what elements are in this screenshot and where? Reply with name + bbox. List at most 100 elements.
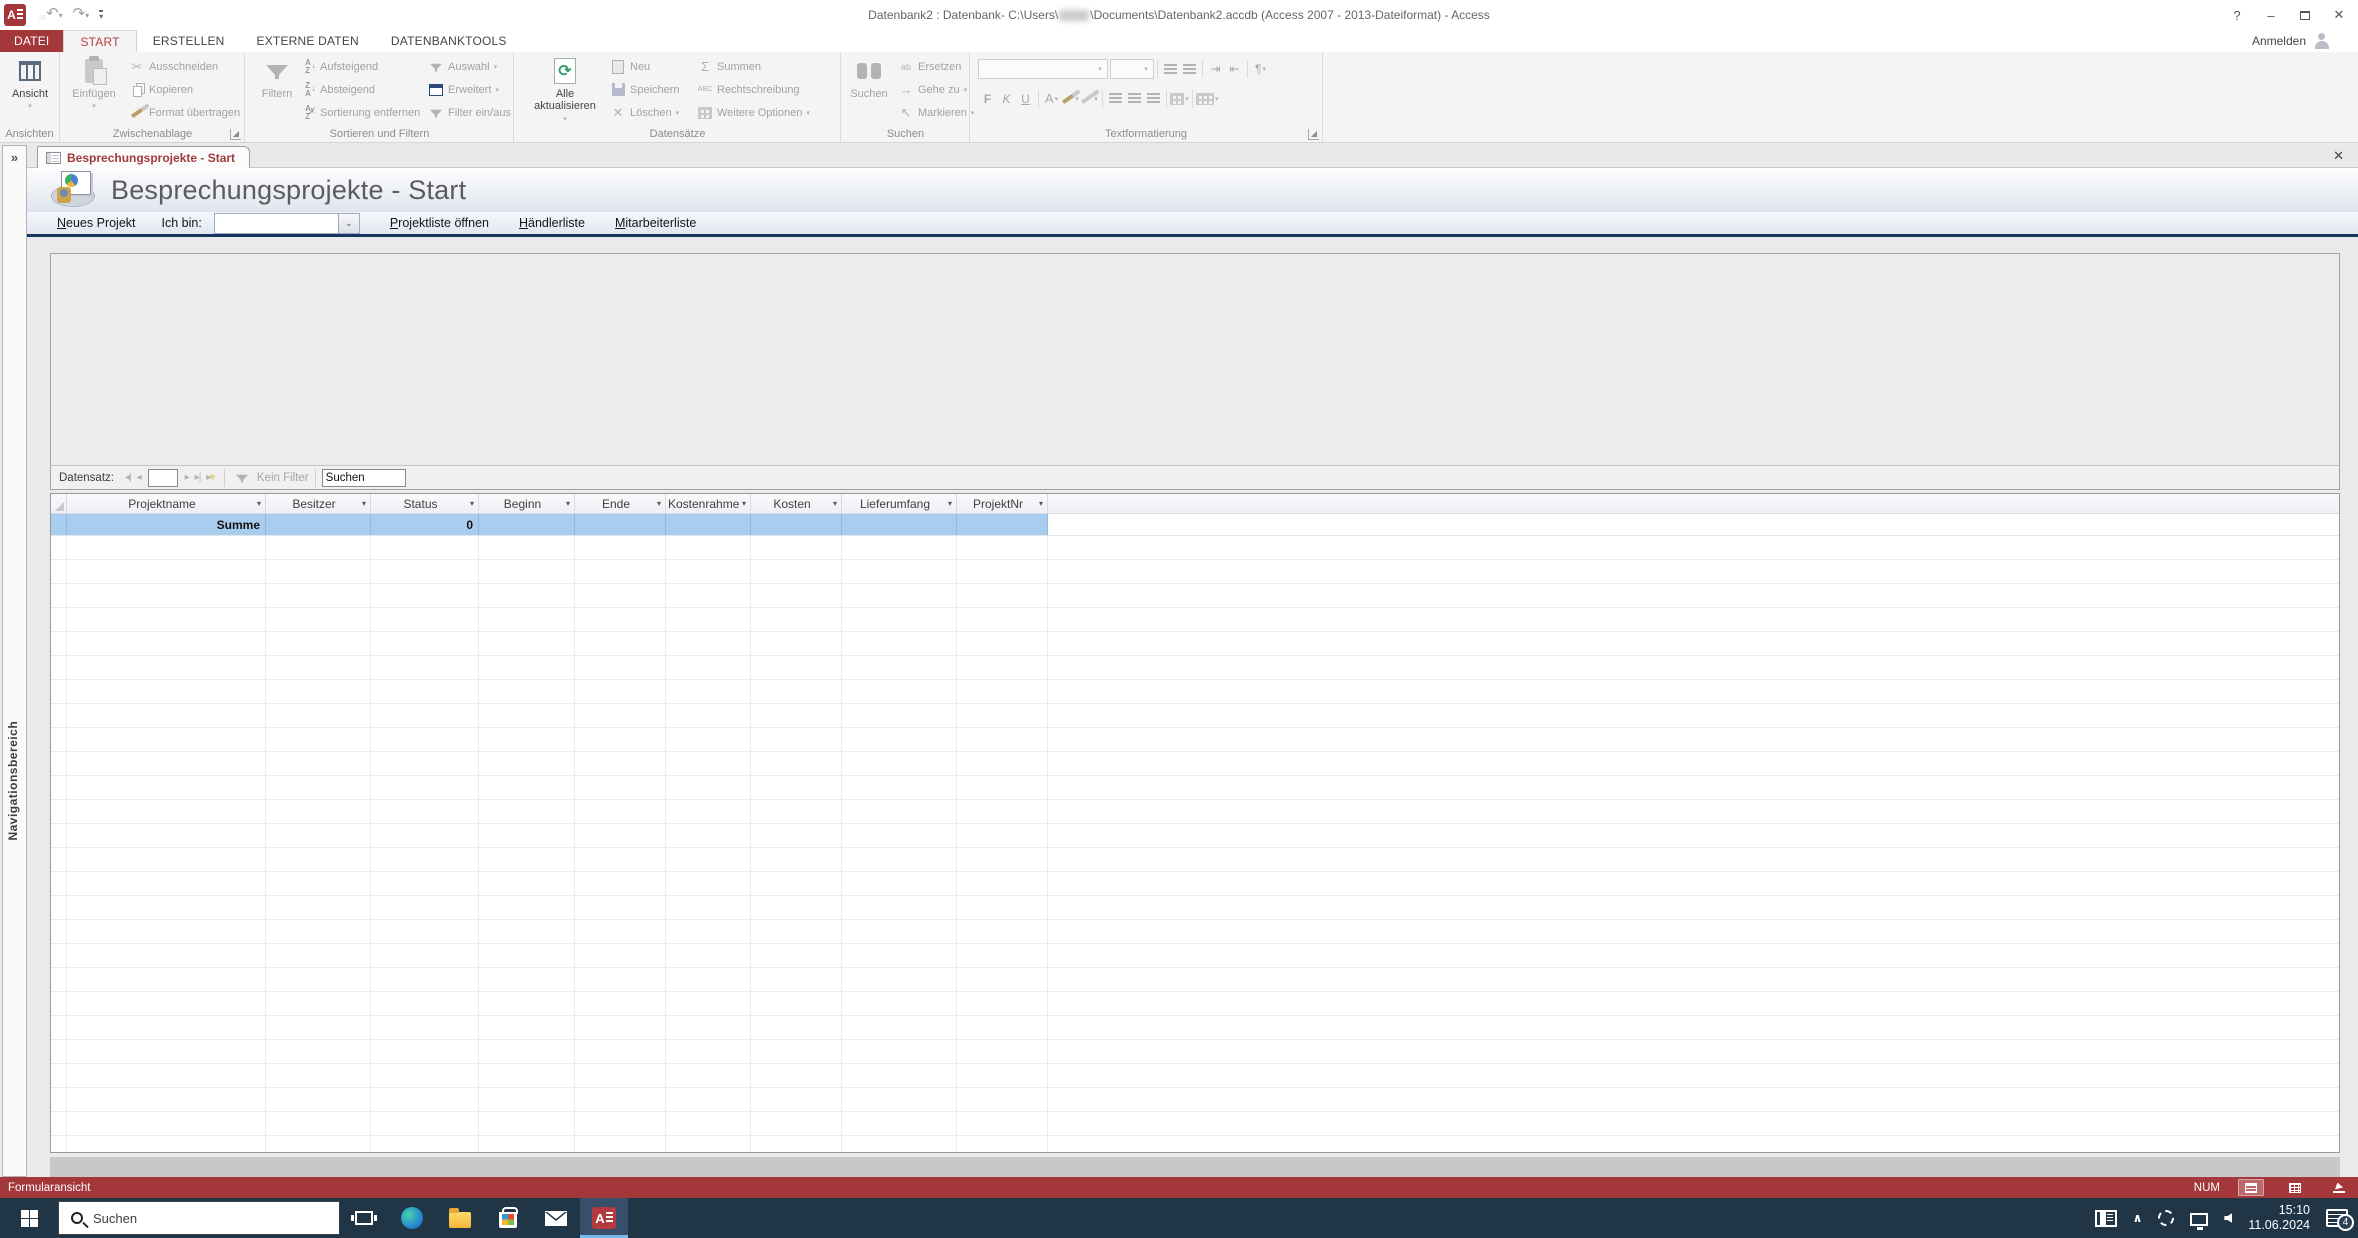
volume-icon[interactable] [2224,1213,2233,1223]
empty-row[interactable] [51,944,2339,968]
ersetzen-button[interactable]: ab Ersetzen [898,57,974,76]
haendlerliste-link[interactable]: Händlerliste [519,216,585,230]
empty-row[interactable] [51,896,2339,920]
column-header-Lieferumfang[interactable]: Lieferumfang ▾ [842,494,957,513]
close-button[interactable]: ✕ [2322,0,2356,30]
column-header-Status[interactable]: Status ▾ [371,494,479,513]
font-size-combo[interactable]: ▾ [1110,59,1154,79]
new-record-button[interactable]: ▸✳ [206,472,216,483]
filter-dropdown-icon[interactable]: ▾ [831,499,839,508]
expand-navpane-icon[interactable]: » [3,150,26,165]
empty-row[interactable] [51,608,2339,632]
align-center-button[interactable] [1125,89,1144,108]
bullets-button[interactable] [1161,60,1180,79]
auswahl-button[interactable]: Auswahl ▾ [428,57,511,76]
minimize-button[interactable]: – [2254,0,2288,30]
neues-projekt-link[interactable]: Neues Projekt [57,216,136,230]
aufsteigend-button[interactable]: A Z ↓ Aufsteigend [300,57,420,76]
network-icon[interactable] [2190,1213,2209,1230]
format-uebertragen-button[interactable]: Format übertragen [129,103,240,122]
filter-ein-aus-button[interactable]: Filter ein/aus [428,103,511,122]
tab-start[interactable]: START [63,30,137,52]
action-center-icon[interactable]: 4 [2326,1209,2354,1231]
current-record-box[interactable] [147,468,178,487]
empty-row[interactable] [51,536,2339,560]
mail-taskbar-button[interactable] [532,1198,580,1238]
first-record-button[interactable]: ◂| [125,472,132,483]
absteigend-button[interactable]: Z A ↓ Absteigend [300,80,420,99]
record-search-input[interactable] [321,468,406,487]
empty-row[interactable] [51,968,2339,992]
layout-view-button[interactable] [2326,1179,2352,1196]
horizontal-scrollbar[interactable] [50,1157,2340,1177]
file-explorer-taskbar-button[interactable] [436,1198,484,1238]
empty-row[interactable] [51,632,2339,656]
filter-dropdown-icon[interactable]: ▾ [468,499,476,508]
signin-link[interactable]: Anmelden [2252,34,2306,48]
task-view-button[interactable] [340,1198,388,1238]
filter-dropdown-icon[interactable]: ▾ [255,499,263,508]
underline-button[interactable]: U [1016,89,1035,108]
tab-erstellen[interactable]: ERSTELLEN [137,30,241,52]
empty-row[interactable] [51,1040,2339,1064]
last-record-button[interactable]: ▸| [195,472,202,483]
help-button[interactable]: ? [2220,0,2254,30]
filtern-button[interactable]: Filtern [248,56,306,100]
column-header-Ende[interactable]: Ende ▾ [575,494,666,513]
empty-row[interactable] [51,848,2339,872]
empty-row[interactable] [51,1064,2339,1088]
column-header-Kosten[interactable]: Kosten ▾ [751,494,842,513]
fill-color-button[interactable]: ▾ [1080,89,1099,108]
edge-taskbar-button[interactable] [388,1198,436,1238]
gehe-zu-button[interactable]: → Gehe zu ▾ [898,80,974,99]
empty-row[interactable] [51,752,2339,776]
italic-button[interactable]: K [997,89,1016,108]
empty-row[interactable] [51,560,2339,584]
hidden-icons-chevron[interactable]: ∧ [2133,1211,2143,1225]
ausschneiden-button[interactable]: ✂ Ausschneiden [129,57,240,76]
textformatierung-dialog-launcher-icon[interactable]: ◢ [1308,129,1319,140]
erweitert-button[interactable]: Erweitert ▾ [428,80,511,99]
column-header-Kostenrahmen[interactable]: Kostenrahmen ▾ [666,494,751,513]
empty-row[interactable] [51,728,2339,752]
bold-button[interactable]: F [978,89,997,108]
empty-row[interactable] [51,1088,2339,1112]
summen-button[interactable]: Σ Summen [697,57,810,76]
taskbar-search[interactable]: Suchen [58,1201,340,1235]
column-header-Projektname[interactable]: Projektname ▾ [67,494,266,513]
empty-row[interactable] [51,584,2339,608]
column-header-Besitzer[interactable]: Besitzer ▾ [266,494,371,513]
font-family-combo[interactable]: ▾ [978,59,1108,79]
no-filter-button[interactable]: Kein Filter [231,472,309,484]
alle-aktualisieren-button[interactable]: ⟳ Alle aktualisieren ▾ [533,56,597,126]
speichern-button[interactable]: Speichern [610,80,680,99]
alternate-row-color-button[interactable]: ▾ [1196,89,1219,108]
filter-dropdown-icon[interactable]: ▾ [564,499,572,508]
sortierung-entfernen-button[interactable]: A Z ✗ Sortierung entfernen [300,103,420,122]
clock[interactable]: 15:10 11.06.2024 [2248,1203,2310,1233]
previous-record-button[interactable]: ◂ [137,472,142,483]
empty-row[interactable] [51,800,2339,824]
decrease-indent-button[interactable]: ⇤ [1225,60,1244,79]
empty-row[interactable] [51,776,2339,800]
filter-dropdown-icon[interactable]: ▾ [360,499,368,508]
select-all-corner[interactable] [51,494,67,513]
user-avatar-icon[interactable] [2314,33,2330,49]
empty-row[interactable] [51,920,2339,944]
ich-bin-combo[interactable]: ⌄ [213,212,360,234]
chevron-down-icon[interactable]: ⌄ [337,213,359,233]
news-widget-icon[interactable] [2094,1209,2117,1227]
numbering-button[interactable] [1180,60,1199,79]
navigation-pane-collapsed[interactable]: » Navigationsbereich [2,145,27,1177]
form-view-button[interactable] [2238,1179,2264,1196]
column-header-ProjektNr[interactable]: ProjektNr ▾ [957,494,1048,513]
zwischenablage-dialog-launcher-icon[interactable]: ◢ [230,129,241,140]
tab-datenbanktools[interactable]: DATENBANKTOOLS [375,30,523,52]
markieren-button[interactable]: ↖ Markieren ▾ [898,103,975,122]
meet-now-icon[interactable] [2158,1210,2175,1226]
close-document-icon[interactable]: ✕ [2333,148,2344,164]
einfuegen-button[interactable]: Einfügen ▾ [65,56,123,110]
highlight-button[interactable]: ▾ [1061,89,1080,108]
gridlines-button[interactable]: ▾ [1170,89,1189,108]
datasheet-view-button[interactable] [2282,1179,2308,1196]
